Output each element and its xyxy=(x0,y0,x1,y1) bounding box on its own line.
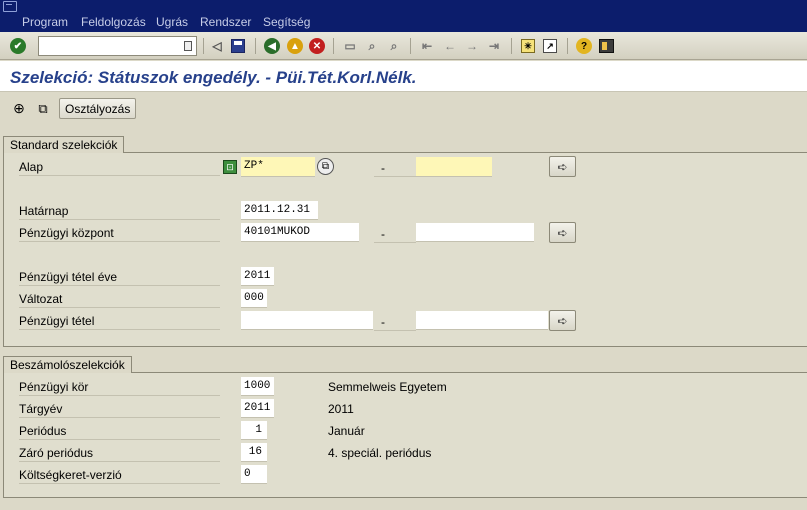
back-triangle-icon[interactable]: ◁ xyxy=(208,37,226,55)
range-dash: - xyxy=(381,315,385,329)
separator xyxy=(203,38,204,54)
verzio-input[interactable]: 0 xyxy=(241,465,267,484)
shortcut-icon[interactable]: ↗ xyxy=(541,37,559,55)
range-dash: - xyxy=(381,161,385,175)
variant-button[interactable]: ⧉ xyxy=(33,98,53,119)
find-icon[interactable]: ⌕ xyxy=(363,37,381,55)
menu-feldolgozas[interactable]: Feldolgozás xyxy=(81,15,146,29)
save-icon[interactable] xyxy=(229,37,247,55)
range-underline xyxy=(374,330,416,331)
alap-to-input[interactable] xyxy=(416,157,492,177)
command-field[interactable] xyxy=(38,36,197,56)
targyev-input[interactable]: 2011 xyxy=(241,399,274,418)
allocation-button[interactable]: Osztályozás xyxy=(59,98,137,119)
alap-input[interactable]: ZP* xyxy=(241,157,315,177)
arrow-right-icon: ➪ xyxy=(557,225,568,240)
ev-label: Pénzügyi tétel éve xyxy=(19,268,220,286)
menu-rendszer[interactable]: Rendszer xyxy=(200,15,251,29)
tetel-multiple-button[interactable]: ➪ xyxy=(549,310,576,331)
tetel-to-input[interactable] xyxy=(416,311,548,330)
kozpont-to-input[interactable] xyxy=(416,223,534,242)
standard-selection-title: Standard szelekciók xyxy=(3,136,125,153)
exit-icon[interactable]: ▲ xyxy=(286,37,304,55)
system-menu-icon[interactable] xyxy=(3,1,17,12)
layout-icon[interactable] xyxy=(597,37,615,55)
kozpont-multiple-button[interactable]: ➪ xyxy=(549,222,576,243)
prev-page-icon[interactable]: ← xyxy=(441,37,459,55)
variant-icon: ⧉ xyxy=(38,100,48,116)
separator xyxy=(511,38,512,54)
execute-icon: ⊕ xyxy=(13,100,25,116)
range-underline xyxy=(374,242,416,243)
check-icon[interactable]: ✔ xyxy=(9,37,27,55)
periodus-label: Periódus xyxy=(19,422,220,440)
ev-input[interactable]: 2011 xyxy=(241,267,274,286)
targyev-description: 2011 xyxy=(328,402,354,416)
arrow-right-icon: ➪ xyxy=(557,159,568,174)
periodus-input[interactable]: 1 xyxy=(241,421,267,440)
back-icon[interactable]: ◀ xyxy=(263,37,281,55)
separator xyxy=(410,38,411,54)
command-history-icon[interactable] xyxy=(184,41,192,51)
find-next-icon[interactable]: ⌕ xyxy=(385,37,403,55)
kor-label: Pénzügyi kör xyxy=(19,378,220,396)
kozpont-input[interactable]: 40101MUKOD xyxy=(241,223,359,242)
menu-bar: Program Feldolgozás Ugrás Rendszer Segít… xyxy=(0,0,807,32)
zaro-description: 4. speciál. periódus xyxy=(328,446,432,460)
kozpont-label: Pénzügyi központ xyxy=(19,224,220,242)
hatarnap-input[interactable]: 2011.12.31 xyxy=(241,201,318,220)
valtozat-input[interactable]: 000 xyxy=(241,289,267,308)
tetel-input[interactable] xyxy=(241,311,373,330)
page-title: Szelekció: Státuszok engedély. - Püi.Tét… xyxy=(10,68,417,87)
separator xyxy=(567,38,568,54)
next-page-icon[interactable]: → xyxy=(463,37,481,55)
multiple-selection-icon[interactable]: ⊡ xyxy=(223,160,237,174)
kor-description: Semmelweis Egyetem xyxy=(328,380,447,394)
hatarnap-label: Határnap xyxy=(19,202,220,220)
alap-multiple-button[interactable]: ➪ xyxy=(549,156,576,177)
verzio-label: Költségkeret-verzió xyxy=(19,466,220,484)
range-dash: - xyxy=(381,227,385,241)
separator xyxy=(333,38,334,54)
separator xyxy=(255,38,256,54)
range-underline xyxy=(374,176,416,177)
zaro-label: Záró periódus xyxy=(19,444,220,462)
kor-input[interactable]: 1000 xyxy=(241,377,274,396)
last-page-icon[interactable]: ⇥ xyxy=(485,37,503,55)
cancel-icon[interactable]: ✕ xyxy=(308,37,326,55)
search-help-icon[interactable]: ⧉ xyxy=(317,158,334,175)
arrow-right-icon: ➪ xyxy=(557,313,568,328)
report-selection-title: Beszámolószelekciók xyxy=(3,356,132,373)
first-page-icon[interactable]: ⇤ xyxy=(418,37,436,55)
zaro-input[interactable]: 16 xyxy=(241,443,267,462)
print-icon[interactable]: ▭ xyxy=(341,37,359,55)
menu-segitseg[interactable]: Segítség xyxy=(263,15,310,29)
targyev-label: Tárgyév xyxy=(19,400,220,418)
execute-button[interactable]: ⊕ xyxy=(9,98,29,119)
menu-ugras[interactable]: Ugrás xyxy=(156,15,188,29)
alap-label: Alap xyxy=(19,158,220,176)
tetel-label: Pénzügyi tétel xyxy=(19,312,220,330)
new-session-icon[interactable]: ✳ xyxy=(519,37,537,55)
menu-program[interactable]: Program xyxy=(22,15,68,29)
help-icon[interactable]: ? xyxy=(575,37,593,55)
valtozat-label: Változat xyxy=(19,290,220,308)
periodus-description: Január xyxy=(328,424,365,438)
